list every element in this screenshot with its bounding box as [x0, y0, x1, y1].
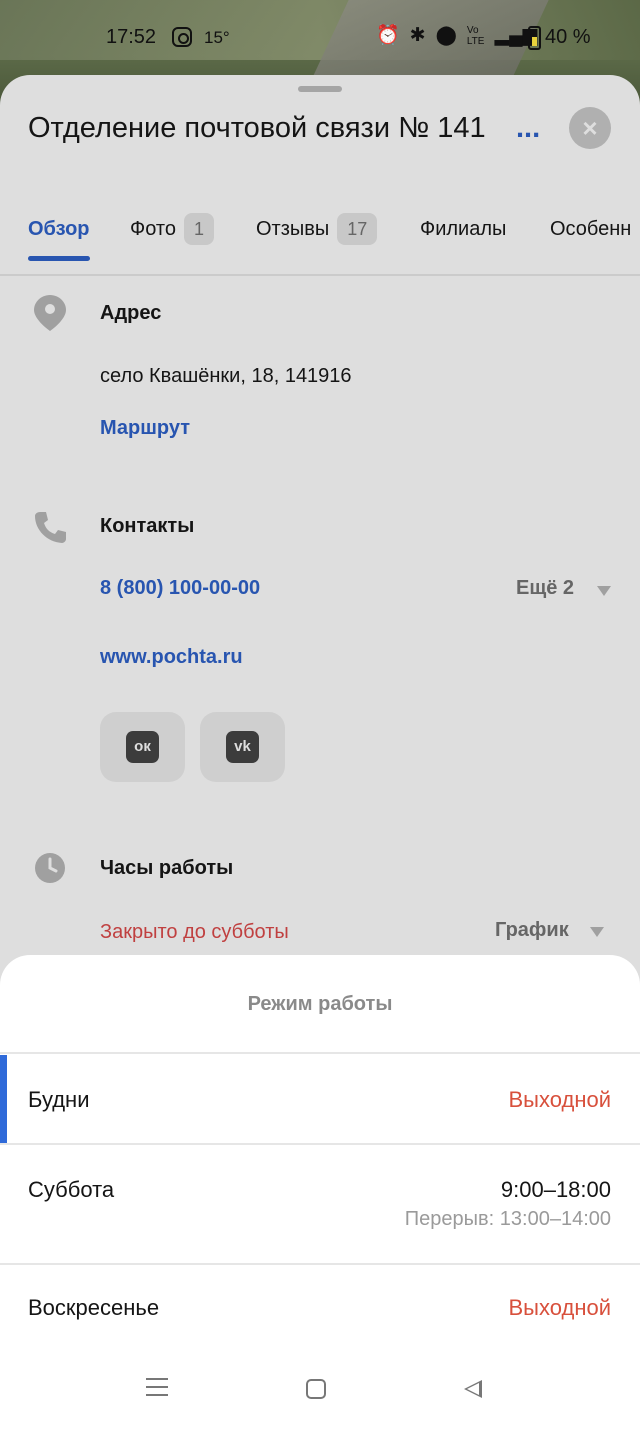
- more-phones-button[interactable]: Ещё 2: [516, 577, 574, 600]
- address-heading: Адрес: [100, 302, 162, 324]
- chevron-down-icon: [590, 927, 604, 937]
- tab-label: Обзор: [28, 218, 90, 240]
- alarm-icon: ⏰: [376, 25, 400, 46]
- volte-icon: Vo LTE: [466, 25, 485, 47]
- chevron-down-icon: [597, 586, 611, 596]
- system-nav-bar: [0, 1350, 640, 1430]
- hours-heading: Часы работы: [100, 857, 234, 879]
- schedule-value: Выходной: [508, 1087, 611, 1112]
- odnoklassniki-icon: ок: [126, 731, 159, 763]
- clock-icon: [35, 853, 65, 883]
- place-title: Отделение почтовой связи № 141: [28, 112, 486, 144]
- tab-branches[interactable]: Филиалы: [420, 212, 506, 256]
- tab-label: Филиалы: [420, 218, 507, 240]
- website-link[interactable]: www.pochta.ru: [100, 646, 243, 669]
- status-time: 17:52: [106, 26, 157, 48]
- card-grabber[interactable]: [298, 86, 342, 92]
- instagram-icon: [172, 27, 192, 47]
- home-icon[interactable]: [306, 1379, 326, 1399]
- location-icon: ⬤: [435, 25, 457, 46]
- schedule-row-saturday: Суббота 9:00–18:00 Перерыв: 13:00–14:00: [0, 1145, 640, 1263]
- schedule-break: Перерыв: 13:00–14:00: [404, 1208, 611, 1230]
- route-link[interactable]: Маршрут: [100, 417, 190, 440]
- tab-overview[interactable]: Обзор: [28, 212, 90, 261]
- tab-count: 1: [183, 213, 214, 245]
- tab-count: 17: [337, 213, 378, 245]
- schedule-value: Выходной: [508, 1295, 611, 1320]
- tab-label: Особенн: [550, 218, 632, 240]
- status-temperature: 15°: [204, 28, 230, 47]
- vk-button[interactable]: vk: [200, 712, 285, 782]
- schedule-button[interactable]: График: [495, 919, 569, 942]
- sheet-title: Режим работы: [247, 993, 393, 1015]
- phone-link[interactable]: 8 (800) 100-00-00: [100, 577, 260, 600]
- tab-label: Отзывы: [256, 218, 330, 240]
- odnoklassniki-button[interactable]: ок: [100, 712, 185, 782]
- schedule-day: Воскресенье: [28, 1295, 160, 1320]
- vk-icon: vk: [226, 731, 259, 763]
- sheet-divider: [0, 1052, 640, 1054]
- tab-features[interactable]: Особенн: [550, 212, 631, 256]
- phone-icon: [35, 512, 66, 543]
- back-icon[interactable]: [464, 1380, 482, 1398]
- tab-label: Фото: [130, 218, 176, 240]
- recent-apps-icon[interactable]: [146, 1378, 168, 1396]
- close-button[interactable]: ×: [569, 107, 611, 149]
- schedule-day: Суббота: [28, 1177, 115, 1202]
- schedule-row-sunday: Воскресенье Выходной: [0, 1265, 640, 1353]
- status-bar: 17:52 15° ⏰ ✱ ⬤ Vo LTE ▂▄▆ 40 %: [0, 18, 640, 58]
- status-icons: ⏰ ✱ ⬤ Vo LTE ▂▄▆: [376, 24, 537, 48]
- address-value: село Квашёнки, 18, 141916: [100, 365, 352, 387]
- tab-bar: Обзор Фото 1 Отзывы 17 Филиалы Особенн: [0, 208, 640, 276]
- close-icon: ×: [582, 113, 598, 143]
- tab-photos[interactable]: Фото 1: [130, 212, 214, 256]
- battery-icon: [528, 26, 541, 50]
- contacts-heading: Контакты: [100, 515, 195, 537]
- schedule-day: Будни: [28, 1087, 90, 1112]
- hours-status: Закрыто до субботы: [100, 921, 289, 943]
- title-more[interactable]: ...: [516, 112, 540, 145]
- battery-percent: 40 %: [545, 26, 591, 48]
- bluetooth-icon: ✱: [409, 25, 426, 46]
- map-pin-icon: [34, 295, 66, 331]
- tab-reviews[interactable]: Отзывы 17: [256, 212, 378, 256]
- schedule-row-weekdays: Будни Выходной: [0, 1055, 640, 1143]
- schedule-value: 9:00–18:00: [500, 1177, 611, 1202]
